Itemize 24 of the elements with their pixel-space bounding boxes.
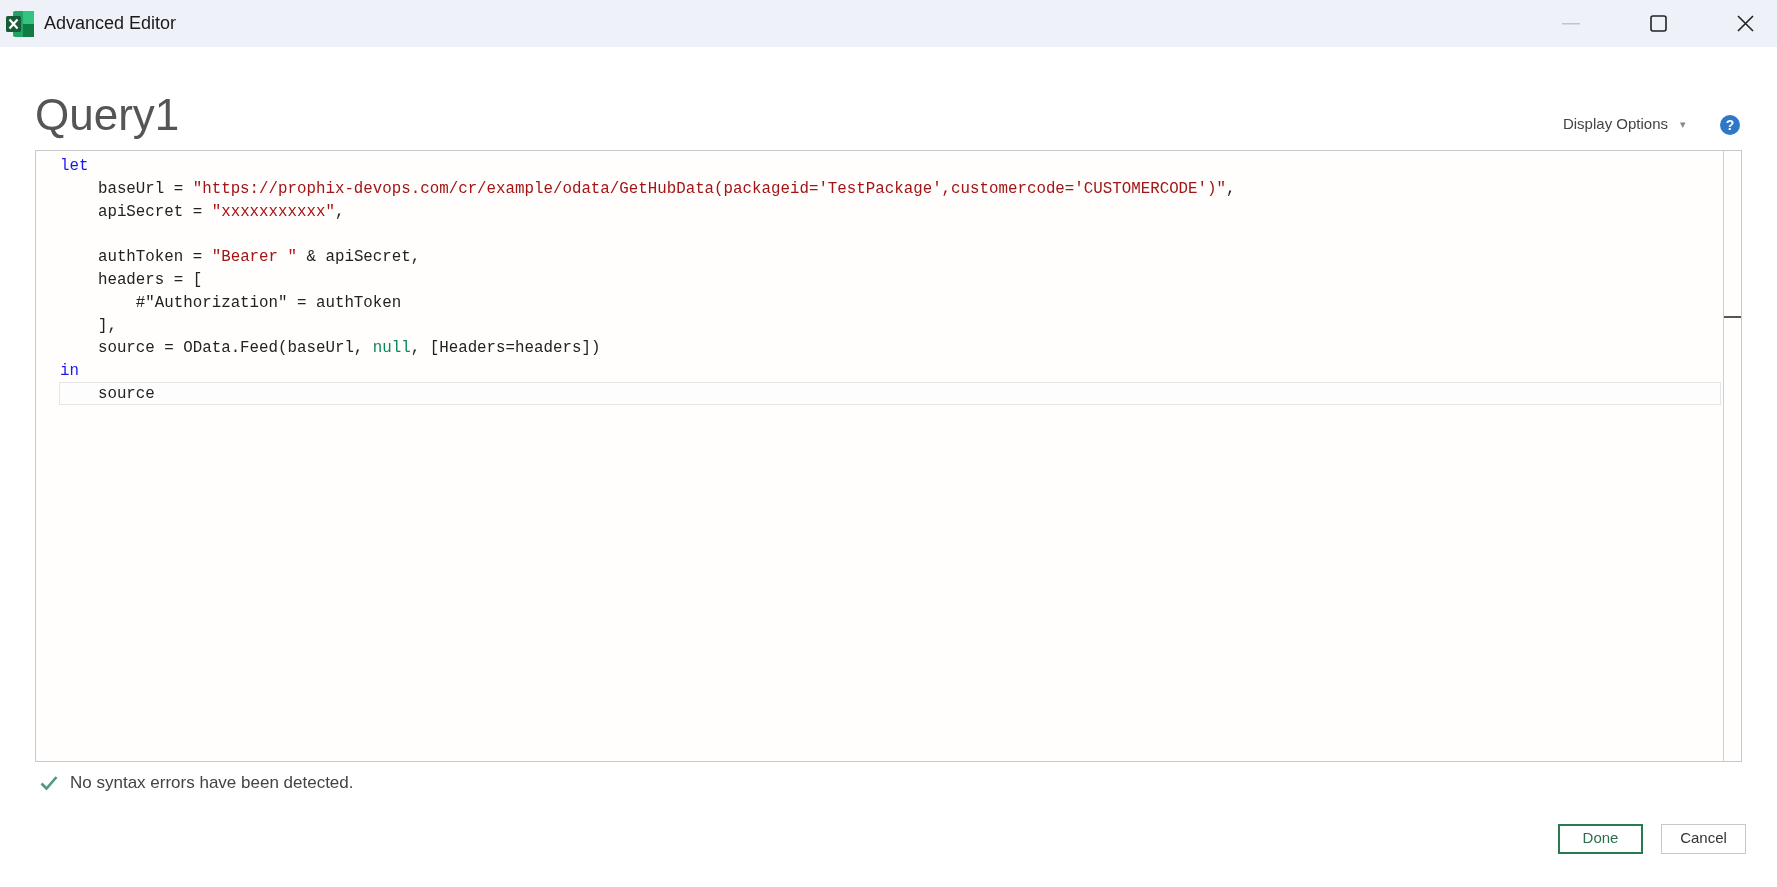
- code-line: let: [59, 156, 90, 177]
- query-title: Query1: [35, 93, 180, 137]
- code-line: apiSecret = "xxxxxxxxxxx",: [96, 201, 346, 223]
- scrollbar-track[interactable]: [1723, 151, 1741, 761]
- code-line: in: [59, 361, 80, 382]
- code-line: headers = [: [96, 270, 204, 291]
- window-title: Advanced Editor: [44, 12, 177, 35]
- minimize-icon[interactable]: [1562, 22, 1580, 25]
- code-line: ],: [96, 315, 118, 337]
- scroll-marker: [1724, 316, 1741, 318]
- code-line: baseUrl = "https://prophix-devops.com/cr/example/odata/GetHubData(packageid='TestPackage',customercode='CUSTOMERCODE')",: [96, 178, 1237, 200]
- status-message: No syntax errors have been detected.: [70, 772, 354, 794]
- close-icon[interactable]: [1737, 15, 1754, 32]
- checkmark-icon: [40, 774, 58, 791]
- maximize-icon[interactable]: [1650, 15, 1667, 32]
- help-icon[interactable]: ?: [1720, 115, 1740, 135]
- code-line: #"Authorization" = authToken: [134, 292, 403, 314]
- dialog-button[interactable]: Cancel: [1661, 823, 1746, 854]
- display-options-dropdown[interactable]: Display Options ▾: [1562, 112, 1686, 135]
- code-editor[interactable]: [35, 150, 1742, 762]
- dialog-button[interactable]: Done: [1558, 823, 1643, 854]
- spreadsheet-app-icon: [5, 9, 35, 38]
- code-line: authToken = "Bearer " & apiSecret,: [96, 247, 422, 268]
- code-line: source = OData.Feed(baseUrl, null, [Headers=headers]): [96, 338, 602, 360]
